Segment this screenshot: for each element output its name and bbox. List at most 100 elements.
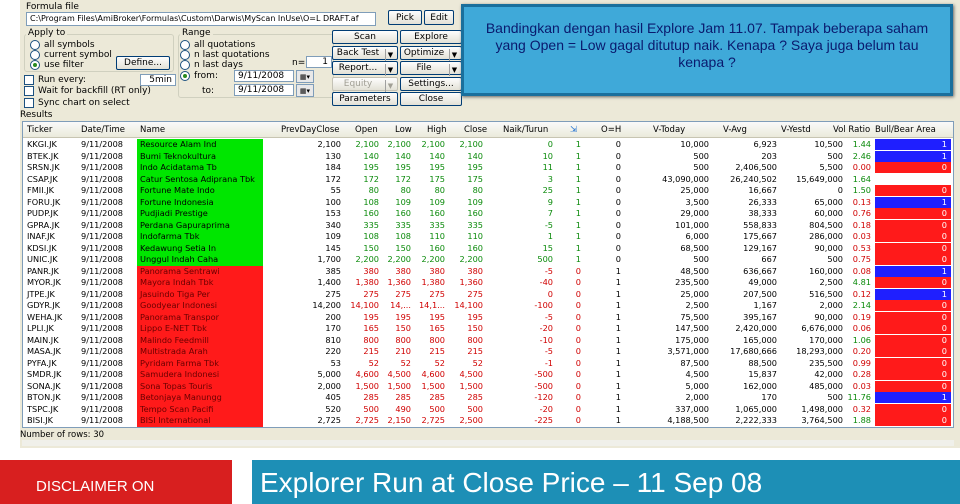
to-date-field[interactable]: 9/11/2008 (234, 84, 294, 96)
calendar-dropdown-icon[interactable]: ▦▾ (296, 70, 314, 83)
cell-flag: 1 (575, 208, 581, 218)
table-row[interactable]: MAIN.JK 9/11/2008 Malindo Feedmill 810 800 80… (23, 334, 953, 346)
table-row[interactable]: UNIC.JK 9/11/2008 Unggul Indah Caha 1,700 2,… (23, 254, 953, 266)
column-header[interactable]: Name (140, 125, 165, 135)
pick-button[interactable]: Pick (388, 10, 422, 25)
table-row[interactable]: BISI.JK 9/11/2008 BISI International 2,725 2… (23, 415, 953, 427)
column-header[interactable]: PrevDayClose (281, 125, 339, 135)
optimize-button[interactable]: Optimize ▼ (400, 46, 462, 61)
cell-naik-turun: -120 (534, 392, 553, 402)
table-row[interactable]: PANR.JK 9/11/2008 Panorama Sentrawi 385 380 3… (23, 265, 953, 277)
table-row[interactable]: GDYR.JK 9/11/2008 Goodyear Indonesi 14,200 1… (23, 300, 953, 312)
table-row[interactable]: SONA.JK 9/11/2008 Sona Topas Touris 2,000 1,… (23, 380, 953, 392)
cell-v-yestd: 15,649,000 (796, 173, 843, 184)
settings-button[interactable]: Settings... (400, 77, 462, 91)
table-row[interactable]: FORU.JK 9/11/2008 Fortune Indonesia 100 108 1… (23, 196, 953, 208)
table-row[interactable]: BTEK.JK 9/11/2008 Bumi Teknokultura 130 140 1… (23, 150, 953, 162)
parameters-button[interactable]: Parameters (332, 92, 398, 106)
horizontal-scrollbar[interactable] (22, 440, 954, 446)
cell-v-yestd: 3,764,500 (801, 415, 843, 425)
cell-prev-close: 2,000 (317, 380, 341, 391)
row-count-status: Number of rows: 30 (20, 430, 105, 440)
explore-button[interactable]: Explore (400, 30, 462, 44)
cell-naik-turun: -500 (534, 380, 553, 391)
table-row[interactable]: GPRA.JK 9/11/2008 Perdana Gapuraprima 340 33… (23, 219, 953, 231)
table-row[interactable]: JTPE.JK 9/11/2008 Jasuindo Tiga Per 275 275 2… (23, 288, 953, 300)
wait-backfill-checkbox[interactable]: Wait for backfill (RT only) (24, 86, 151, 96)
cell-v-today: 101,000 (675, 219, 709, 230)
range-n-last-quotations[interactable]: n last quotations (180, 50, 270, 60)
run-every-field[interactable]: 5min (140, 74, 176, 86)
radio-icon (30, 50, 40, 60)
calendar-dropdown-icon[interactable]: ▦▾ (296, 84, 314, 97)
file-button[interactable]: File ▼ (400, 61, 462, 76)
sync-chart-checkbox[interactable]: Sync chart on select (24, 98, 130, 108)
range-all-quotations[interactable]: all quotations (180, 40, 255, 50)
table-row[interactable]: MYOR.JK 9/11/2008 Mayora Indah Tbk 1,400 1,3… (23, 277, 953, 289)
chevron-down-icon[interactable]: ▼ (449, 64, 459, 76)
table-row[interactable]: CSAP.JK 9/11/2008 Catur Sentosa Adiprana T… (23, 173, 953, 185)
report-button[interactable]: Report... ▼ (332, 61, 398, 76)
cell-low: 109 (395, 196, 411, 207)
apply-current-symbol[interactable]: current symbol (30, 50, 112, 60)
table-row[interactable]: LPLI.JK 9/11/2008 Lippo E-NET Tbk 170 165 150… (23, 323, 953, 335)
table-row[interactable]: BAYU.JK9/11/2008Bayu Buana Tbk1001001001… (23, 426, 953, 427)
cell-vol-ratio: 0.53 (852, 242, 871, 253)
cell-vol-ratio: 1.64 (852, 173, 871, 184)
cell-v-avg: 26,240,502 (730, 173, 777, 184)
column-header[interactable]: Open (355, 125, 378, 135)
sort-arrow-icon[interactable]: ⇲ (570, 125, 577, 135)
n-value-field[interactable]: 1 (306, 56, 332, 68)
table-row[interactable]: SRSN.JK 9/11/2008 Indo Acidatama Tb 184 195 1… (23, 162, 953, 174)
cell-v-avg: 207,500 (743, 288, 777, 299)
chevron-down-icon[interactable]: ▼ (449, 49, 459, 61)
column-header[interactable]: V-Avg (723, 125, 747, 135)
table-row[interactable]: TSPC.JK 9/11/2008 Tempo Scan Pacifi 520 500 4… (23, 403, 953, 415)
backtest-button[interactable]: Back Test ▼ (332, 46, 398, 61)
column-header[interactable]: Vol Ratio (833, 125, 870, 135)
column-header[interactable]: Date/Time (81, 125, 125, 135)
column-header[interactable]: O=H (601, 125, 621, 135)
define-button[interactable]: Define... (116, 56, 170, 70)
from-date-field[interactable]: 9/11/2008 (234, 70, 294, 82)
table-row[interactable]: PUDP.JK 9/11/2008 Pudjiadi Prestige 153 160 1… (23, 208, 953, 220)
chevron-down-icon[interactable]: ▼ (385, 49, 395, 61)
column-header[interactable]: Naik/Turun (503, 125, 548, 135)
chevron-down-icon[interactable]: ▼ (385, 80, 395, 92)
table-row[interactable]: KDSI.JK 9/11/2008 Kedawung Setia In 145 150 1… (23, 242, 953, 254)
column-header[interactable]: High (427, 125, 447, 135)
table-row[interactable]: PYFA.JK 9/11/2008 Pyridam Farma Tbk 53 52 52 5… (23, 357, 953, 369)
range-n-last-days[interactable]: n last days (180, 60, 243, 70)
edit-button[interactable]: Edit (424, 10, 454, 25)
equity-button[interactable]: Equity ▼ (332, 77, 398, 92)
cell-o-eq-h: 1 (615, 300, 621, 310)
chevron-down-icon[interactable]: ▼ (385, 64, 395, 76)
cell-v-avg: 2,222,333 (735, 415, 777, 425)
cell-flag: 1 (575, 231, 581, 241)
results-table[interactable]: Ticker Date/Time Name PrevDayClose Open … (22, 121, 954, 428)
table-row[interactable]: KKGI.JK 9/11/2008 Resource Alam Ind 2,100 2,… (23, 139, 953, 151)
column-header[interactable]: V-Today (653, 125, 685, 135)
apply-use-filter[interactable]: use filter (30, 60, 84, 70)
column-header[interactable]: Ticker (27, 125, 52, 135)
cell-v-avg: 2,406,500 (735, 162, 777, 172)
column-header[interactable]: V-Yestd (781, 125, 811, 135)
apply-all-symbols[interactable]: all symbols (30, 40, 95, 50)
formula-path-field[interactable]: C:\Program Files\AmiBroker\Formulas\Cust… (26, 12, 376, 26)
table-row[interactable]: BTON.JK 9/11/2008 Betonjaya Manungg 405 285 2… (23, 392, 953, 404)
cell-bull-bear-area: 0 (875, 426, 951, 427)
range-from[interactable]: from: (180, 71, 218, 81)
run-every-checkbox[interactable]: Run every: (24, 75, 86, 85)
table-row[interactable]: SMDR.JK 9/11/2008 Samudera Indonesi 5,000 4,… (23, 369, 953, 381)
cell-prev-close: 184 (325, 162, 341, 172)
column-header[interactable]: Close (464, 125, 487, 135)
table-row[interactable]: MASA.JK 9/11/2008 Multistrada Arah 220 215 21… (23, 346, 953, 358)
table-row[interactable]: FMII.JK 9/11/2008 Fortune Mate Indo 55 80 80 8… (23, 185, 953, 197)
table-row[interactable]: WEHA.JK 9/11/2008 Panorama Transpor 200 195 1… (23, 311, 953, 323)
cell-v-avg: 395,167 (743, 311, 777, 322)
column-header[interactable]: Bull/Bear Area (875, 125, 936, 135)
table-row[interactable]: INAF.JK 9/11/2008 Indofarma Tbk 109 108 108 11… (23, 231, 953, 243)
close-button[interactable]: Close (400, 92, 462, 106)
scan-button[interactable]: Scan (332, 30, 398, 44)
column-header[interactable]: Low (395, 125, 412, 135)
